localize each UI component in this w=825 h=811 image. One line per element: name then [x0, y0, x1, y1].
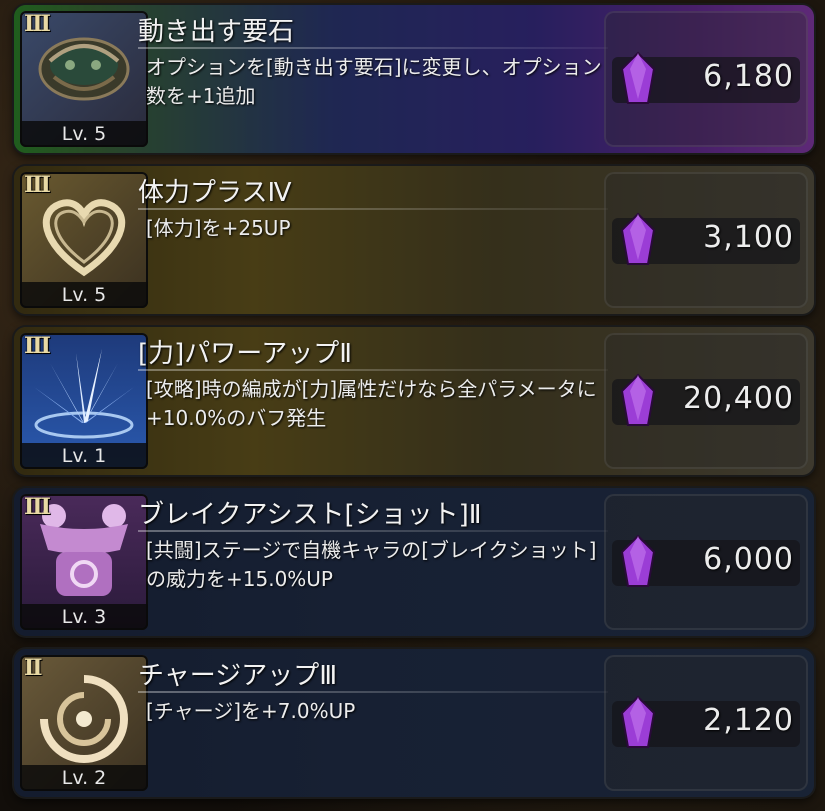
skill-icon-frame: II Lv. 2 [20, 655, 148, 791]
rank-badge: III [24, 494, 51, 520]
divider [138, 530, 608, 532]
skill-title: ブレイクアシスト[ショット]Ⅱ [138, 500, 482, 530]
purple-gem-icon [620, 51, 656, 104]
skill-description: [共闘]ステージで自機キャラの[ブレイクショット]の威力を+15.0%UP [146, 538, 597, 591]
rank-badge: II [24, 655, 43, 681]
level-label: Lv. 3 [20, 604, 148, 630]
skill-icon-frame: III Lv. 5 [20, 11, 148, 147]
skill-description: [体力]を+25UP [146, 216, 291, 240]
skill-title: [力]パワーアップⅡ [138, 339, 353, 369]
price-value: 6,000 [703, 542, 794, 577]
level-label: Lv. 5 [20, 282, 148, 308]
purple-gem-icon [620, 534, 656, 587]
price-value: 3,100 [703, 220, 794, 255]
skill-card[interactable]: III Lv. 1 [力]パワーアップⅡ [攻略]時の編成が[力]属性だけなら全… [14, 327, 814, 475]
divider [138, 369, 608, 371]
purple-gem-icon [620, 373, 656, 426]
skill-card[interactable]: III Lv. 3 ブレイクアシスト[ショット]Ⅱ [共闘]ステージで自機キャラ… [14, 488, 814, 636]
level-label: Lv. 2 [20, 765, 148, 791]
skill-card[interactable]: III Lv. 5 体力プラスⅣ [体力]を+25UP 3,100 [14, 166, 814, 314]
level-label: Lv. 1 [20, 443, 148, 469]
skill-icon-frame: III Lv. 5 [20, 172, 148, 308]
skill-description: オプションを[動き出す要石]に変更し、オプション数を+1追加 [146, 55, 602, 108]
rank-badge: III [24, 172, 51, 198]
skill-description: [攻略]時の編成が[力]属性だけなら全パラメータに+10.0%のバフ発生 [146, 377, 597, 430]
purple-gem-icon [620, 212, 656, 265]
skill-icon-frame: III Lv. 1 [20, 333, 148, 469]
rank-badge: III [24, 11, 51, 37]
price-value: 20,400 [683, 381, 794, 416]
skill-title: 体力プラスⅣ [138, 178, 292, 208]
skill-title: チャージアップⅢ [138, 661, 338, 691]
skill-title: 動き出す要石 [138, 17, 295, 47]
skill-description: [チャージ]を+7.0%UP [146, 699, 356, 723]
price-value: 6,180 [703, 59, 794, 94]
skill-icon-frame: III Lv. 3 [20, 494, 148, 630]
price-value: 2,120 [703, 703, 794, 738]
divider [138, 691, 608, 693]
divider [138, 47, 608, 49]
level-label: Lv. 5 [20, 121, 148, 147]
skill-card[interactable]: III Lv. 5 動き出す要石 オプションを[動き出す要石]に変更し、オプショ… [14, 5, 814, 153]
divider [138, 208, 608, 210]
purple-gem-icon [620, 695, 656, 748]
skill-card[interactable]: II Lv. 2 チャージアップⅢ [チャージ]を+7.0%UP 2,120 [14, 649, 814, 797]
rank-badge: III [24, 333, 51, 359]
